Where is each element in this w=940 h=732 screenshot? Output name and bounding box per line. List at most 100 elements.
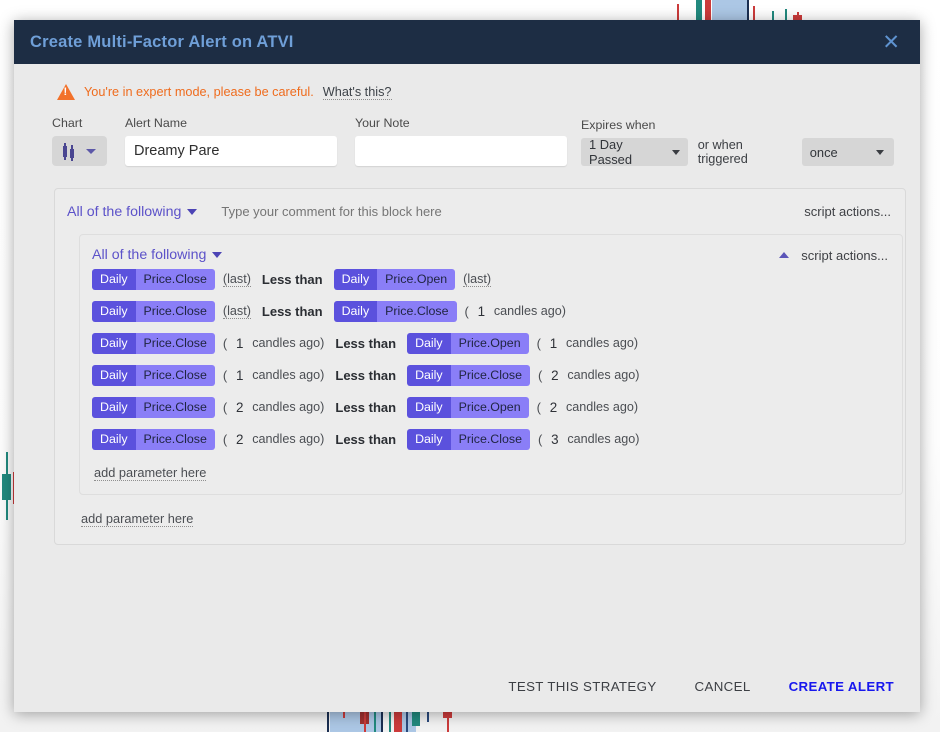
- candles-ago-input[interactable]: 1: [473, 304, 490, 319]
- field-segment[interactable]: Price.Close: [135, 428, 215, 450]
- comparison-operator[interactable]: Less than: [335, 400, 396, 415]
- candles-ago-input[interactable]: 3: [546, 432, 563, 447]
- comparison-operator[interactable]: Less than: [335, 368, 396, 383]
- operand-chip[interactable]: Daily Price.Close: [92, 364, 215, 386]
- timeframe-segment[interactable]: Daily: [333, 300, 378, 322]
- candles-ago-input[interactable]: 2: [231, 432, 248, 447]
- candles-ago-input[interactable]: 2: [546, 368, 563, 383]
- chevron-up-icon[interactable]: [779, 252, 790, 258]
- field-segment[interactable]: Price.Open: [450, 332, 529, 354]
- note-input[interactable]: [355, 136, 567, 166]
- outer-condition-block: All of the following script actions... A…: [54, 188, 906, 545]
- chevron-down-icon: [86, 148, 96, 154]
- dialog-title: Create Multi-Factor Alert on ATVI: [30, 32, 294, 51]
- or-when-triggered-label: or when triggered: [697, 138, 748, 166]
- chart-band: [712, 0, 748, 22]
- candles-ago-input[interactable]: 1: [231, 336, 248, 351]
- condition-operand-left: Daily Price.Close (2 candles ago): [92, 428, 325, 450]
- candles-ago-label: candles ago): [567, 432, 640, 446]
- operand-chip[interactable]: Daily Price.Close: [407, 364, 530, 386]
- candles-ago-input[interactable]: 1: [231, 368, 248, 383]
- outer-script-actions[interactable]: script actions...: [804, 204, 891, 219]
- operand-chip[interactable]: Daily Price.Close: [92, 428, 215, 450]
- field-segment[interactable]: Price.Open: [450, 396, 529, 418]
- operand-chip[interactable]: Daily Price.Close: [92, 396, 215, 418]
- operand-chip[interactable]: Daily Price.Close: [92, 332, 215, 354]
- comparison-operator[interactable]: Less than: [335, 432, 396, 447]
- operand-chip[interactable]: Daily Price.Close: [407, 428, 530, 450]
- operand-chip[interactable]: Daily Price.Open: [407, 396, 529, 418]
- field-segment[interactable]: Price.Open: [377, 268, 456, 290]
- field-segment[interactable]: Price.Close: [135, 364, 215, 386]
- candle: [388, 712, 391, 732]
- close-icon[interactable]: ✕: [878, 30, 904, 55]
- inner-script-actions-label: script actions...: [801, 247, 888, 263]
- field-segment[interactable]: Price.Close: [450, 428, 530, 450]
- condition-operand-left: Daily Price.Close (2 candles ago): [92, 396, 325, 418]
- inner-add-parameter-link[interactable]: add parameter here: [94, 465, 207, 481]
- timeframe-segment[interactable]: Daily: [92, 300, 136, 322]
- trigger-count-select[interactable]: once: [801, 138, 894, 166]
- offset-last-link[interactable]: (last): [222, 272, 251, 287]
- field-segment[interactable]: Price.Close: [377, 300, 457, 322]
- field-segment[interactable]: Price.Close: [450, 364, 530, 386]
- candles-ago-label: candles ago): [252, 432, 325, 446]
- timeframe-segment[interactable]: Daily: [92, 428, 136, 450]
- field-segment[interactable]: Price.Close: [135, 300, 215, 322]
- offset-paren-open: (: [222, 335, 228, 351]
- operand-chip[interactable]: Daily Price.Open: [407, 332, 529, 354]
- outer-add-parameter-link[interactable]: add parameter here: [81, 511, 194, 527]
- candle: [705, 0, 711, 22]
- timeframe-segment[interactable]: Daily: [333, 268, 378, 290]
- chart-field: Chart: [52, 116, 107, 166]
- offset-last-link[interactable]: (last): [222, 304, 251, 319]
- offset-last-link[interactable]: (last): [463, 272, 492, 287]
- offset-paren-open: (: [222, 399, 228, 415]
- outer-block-comment-input[interactable]: [219, 203, 550, 220]
- condition-row: Daily Price.Close(2 candles ago) Less than D…: [92, 391, 888, 423]
- condition-row: Daily Price.Close(1 candles ago) Less than D…: [92, 327, 888, 359]
- timeframe-segment[interactable]: Daily: [407, 364, 451, 386]
- field-segment[interactable]: Price.Close: [135, 396, 215, 418]
- inner-logic-select[interactable]: All of the following: [92, 247, 223, 263]
- create-alert-button[interactable]: CREATE ALERT: [787, 675, 896, 698]
- candles-ago-label: candles ago): [252, 336, 325, 350]
- expires-duration-select[interactable]: 1 Day Passed: [581, 137, 688, 167]
- operand-chip[interactable]: Daily Price.Close: [92, 268, 215, 290]
- field-segment[interactable]: Price.Close: [135, 268, 215, 290]
- comparison-operator[interactable]: Less than: [262, 272, 323, 287]
- create-alert-dialog: Create Multi-Factor Alert on ATVI ✕ You'…: [14, 20, 920, 712]
- operand-chip[interactable]: Daily Price.Close: [333, 300, 457, 322]
- offset-paren-open: (: [537, 431, 543, 447]
- timeframe-segment[interactable]: Daily: [92, 364, 136, 386]
- timeframe-segment[interactable]: Daily: [407, 428, 451, 450]
- field-segment[interactable]: Price.Close: [135, 332, 215, 354]
- alert-name-input[interactable]: [125, 136, 337, 166]
- offset-paren-open: (: [222, 431, 228, 447]
- candles-ago-label: candles ago): [567, 368, 640, 382]
- inner-script-actions[interactable]: script actions...: [779, 248, 888, 263]
- comparison-operator[interactable]: Less than: [335, 336, 396, 351]
- candles-ago-label: candles ago): [252, 400, 325, 414]
- expires-field: Expires when 1 Day Passed or when trigge…: [581, 118, 894, 167]
- candles-ago-input[interactable]: 1: [545, 336, 562, 351]
- timeframe-segment[interactable]: Daily: [92, 268, 136, 290]
- timeframe-segment[interactable]: Daily: [407, 396, 451, 418]
- condition-row: Daily Price.Close(2 candles ago) Less than D…: [92, 423, 888, 455]
- operand-chip[interactable]: Daily Price.Open: [333, 268, 456, 290]
- inner-condition-block: All of the following script actions... D…: [79, 234, 903, 495]
- offset-paren-open: (: [222, 367, 228, 383]
- candles-ago-input[interactable]: 2: [545, 400, 562, 415]
- candles-ago-input[interactable]: 2: [231, 400, 248, 415]
- operand-chip[interactable]: Daily Price.Close: [92, 300, 215, 322]
- outer-logic-select[interactable]: All of the following: [67, 204, 198, 220]
- cancel-button[interactable]: CANCEL: [693, 675, 753, 698]
- whats-this-link[interactable]: What's this?: [322, 85, 392, 100]
- note-field: Your Note: [355, 116, 567, 166]
- timeframe-segment[interactable]: Daily: [407, 332, 451, 354]
- test-strategy-button[interactable]: TEST THIS STRATEGY: [506, 675, 658, 698]
- comparison-operator[interactable]: Less than: [262, 304, 323, 319]
- timeframe-segment[interactable]: Daily: [92, 332, 136, 354]
- timeframe-segment[interactable]: Daily: [92, 396, 136, 418]
- chart-select[interactable]: [52, 136, 107, 166]
